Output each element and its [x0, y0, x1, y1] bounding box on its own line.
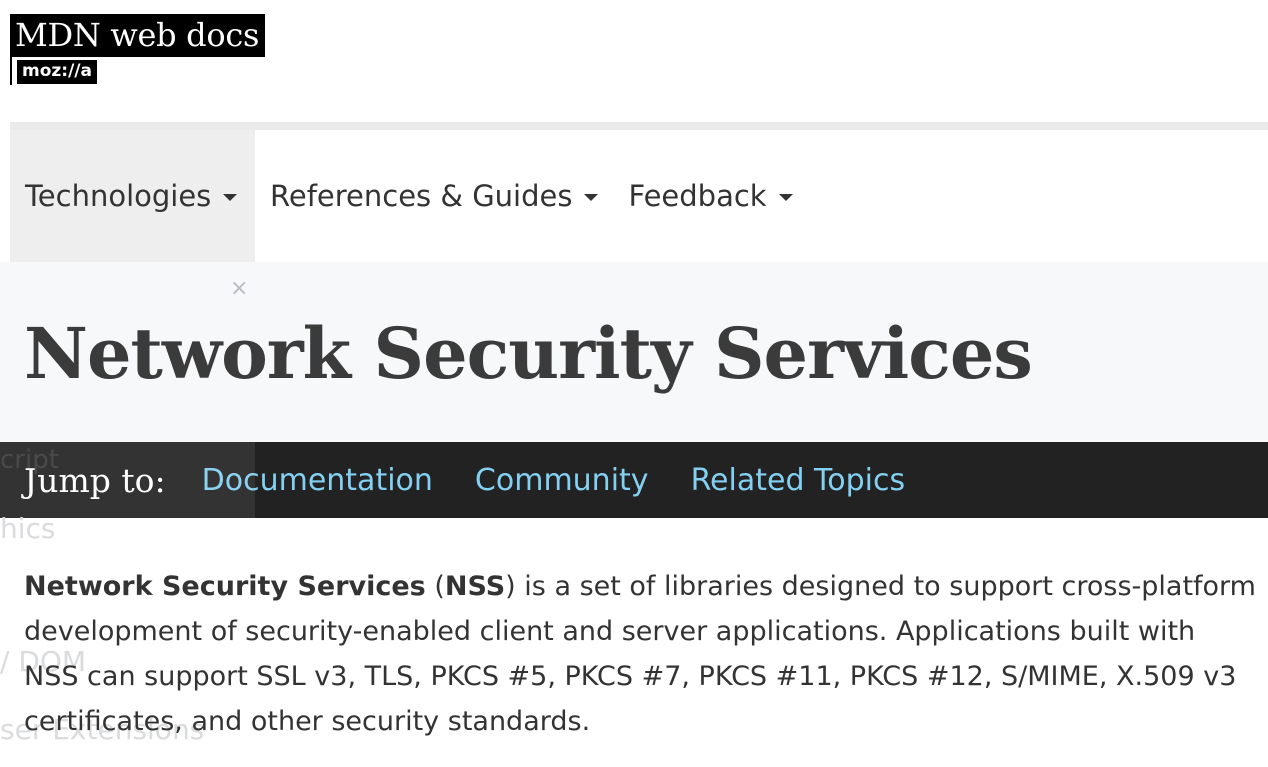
header-divider: [10, 122, 1268, 130]
intro-open-paren: (: [425, 571, 445, 602]
logo-divider: moz://a: [10, 57, 97, 85]
nav-item-references-guides[interactable]: References & Guides: [255, 130, 613, 262]
logo-wordmark: MDN web docs: [10, 14, 265, 57]
jump-link-community[interactable]: Community: [475, 463, 649, 498]
nav-item-label: Technologies: [25, 179, 212, 213]
page-title: Network Security Services: [24, 312, 1033, 395]
jump-link-related-topics[interactable]: Related Topics: [691, 463, 906, 498]
mdn-logo[interactable]: MDN web docs moz://a: [10, 14, 265, 85]
intro-abbr: NSS: [444, 571, 506, 602]
caret-down-icon: [778, 193, 793, 201]
caret-down-icon: [584, 193, 599, 201]
nav-item-technologies[interactable]: Technologies: [10, 130, 255, 262]
nav-item-label: Feedback: [628, 179, 767, 213]
mozilla-logo: moz://a: [17, 60, 97, 84]
intro-paragraph: Network Security Services (NSS) is a set…: [24, 564, 1256, 744]
nav-item-feedback[interactable]: Feedback: [613, 130, 807, 262]
nav-item-label: References & Guides: [270, 179, 573, 213]
dropdown-ghost-item[interactable]: hics: [0, 512, 56, 545]
caret-down-icon: [223, 193, 238, 201]
intro-term: Network Security Services: [24, 571, 426, 602]
main-nav: Technologies References & Guides Feedbac…: [10, 130, 1268, 262]
close-icon[interactable]: ×: [230, 276, 248, 301]
dropdown-ghost-item[interactable]: cript: [0, 445, 59, 475]
